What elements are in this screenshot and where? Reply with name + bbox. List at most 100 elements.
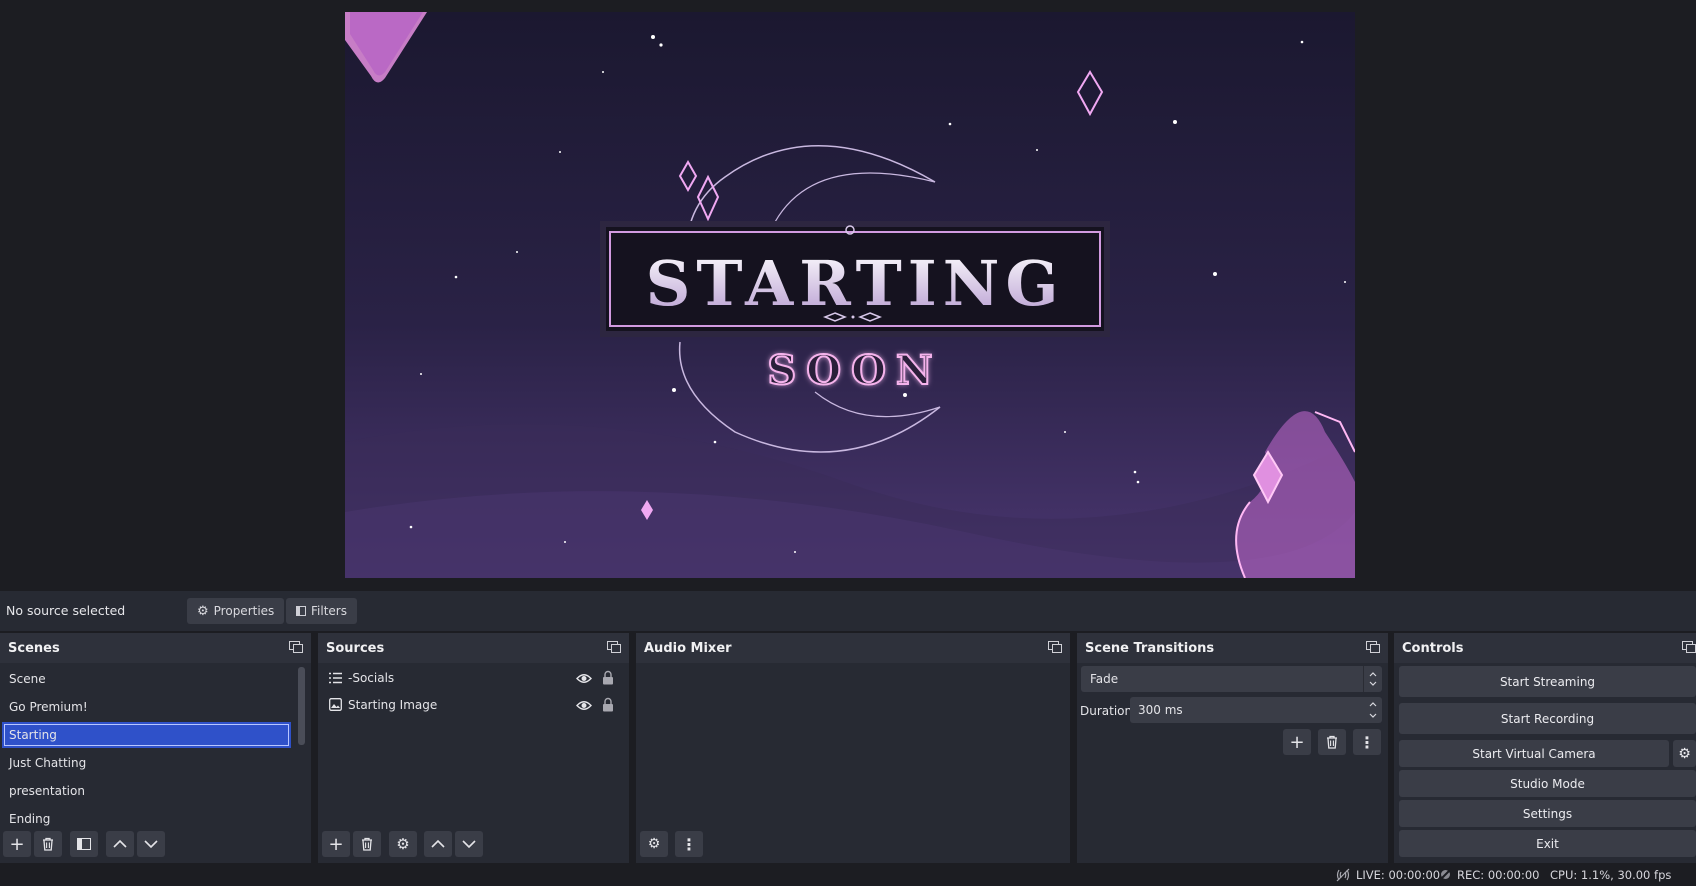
lock-icon[interactable] — [602, 670, 614, 685]
add-source-button[interactable]: + — [322, 831, 350, 857]
trash-icon — [362, 837, 372, 851]
live-timer: LIVE: 00:00:00 — [1356, 868, 1441, 882]
scenes-header: Scenes — [0, 633, 311, 663]
gears-icon: ⚙ — [647, 836, 661, 852]
controls-title: Controls — [1402, 640, 1464, 656]
exit-button[interactable]: Exit — [1399, 830, 1696, 857]
transition-select[interactable]: Fade — [1081, 666, 1382, 692]
scene-item-selected[interactable]: Starting — [2, 722, 291, 748]
scenes-title: Scenes — [8, 640, 60, 656]
scene-item[interactable]: Go Premium! — [2, 694, 299, 720]
move-scene-down-button[interactable] — [137, 831, 165, 857]
source-item[interactable]: -Socials — [320, 665, 620, 691]
properties-label: Properties — [213, 604, 275, 618]
duration-spinbox[interactable]: 300 ms — [1130, 697, 1382, 723]
source-item[interactable]: Starting Image — [320, 692, 620, 718]
list-icon — [329, 672, 342, 684]
lock-icon[interactable] — [602, 697, 614, 712]
source-label: -Socials — [348, 671, 395, 685]
eye-icon[interactable] — [576, 700, 592, 711]
scenes-dock: Scenes Scene Go Premium! Starting Just C… — [0, 633, 311, 863]
filters-label: Filters — [311, 604, 347, 618]
updown-icon — [1369, 672, 1377, 686]
eye-icon[interactable] — [576, 673, 592, 684]
rec-timer: REC: 00:00:00 — [1457, 868, 1540, 882]
virtual-camera-settings-button[interactable]: ⚙ — [1673, 740, 1696, 767]
record-off-icon — [1439, 868, 1452, 881]
undock-icon[interactable] — [1682, 641, 1696, 653]
sources-title: Sources — [326, 640, 385, 656]
filter-icon — [77, 838, 91, 850]
image-icon — [329, 698, 342, 711]
audio-mixer-title: Audio Mixer — [644, 640, 732, 656]
overlay-subtitle: SOON — [767, 347, 942, 394]
audio-mixer-dock: Audio Mixer ⚙ ⋮ — [636, 633, 1070, 863]
move-scene-up-button[interactable] — [106, 831, 134, 857]
properties-button[interactable]: ⚙ Properties — [187, 598, 285, 624]
duration-label: Duration — [1080, 704, 1133, 718]
select-arrows — [1363, 666, 1382, 692]
starting-soon-image: STARTING SOON SOON — [345, 12, 1355, 578]
cpu-fps-readout: CPU: 1.1%, 30.00 fps — [1550, 868, 1672, 882]
advanced-audio-button[interactable]: ⚙ — [640, 831, 668, 857]
transition-menu-button[interactable]: ⋮ — [1353, 729, 1381, 755]
mixer-menu-button[interactable]: ⋮ — [675, 831, 703, 857]
plus-icon: + — [9, 833, 25, 855]
sources-dock: Sources -Socials Starting Image + ⚙ — [318, 633, 629, 863]
filters-button[interactable]: Filters — [286, 598, 357, 624]
remove-transition-button[interactable] — [1318, 729, 1346, 755]
scene-filters-button[interactable] — [70, 831, 98, 857]
scene-item[interactable]: Ending — [2, 806, 299, 832]
scene-transitions-title: Scene Transitions — [1085, 640, 1215, 656]
gear-icon: ⚙ — [396, 835, 410, 853]
undock-icon[interactable] — [289, 641, 303, 653]
remove-scene-button[interactable] — [34, 831, 62, 857]
chevron-down-icon — [144, 840, 158, 849]
transition-select-value: Fade — [1090, 672, 1119, 686]
chevron-down-icon — [462, 840, 476, 849]
studio-mode-button[interactable]: Studio Mode — [1399, 770, 1696, 797]
preview-canvas[interactable]: STARTING SOON SOON — [345, 12, 1355, 578]
controls-dock: Controls Start Streaming Start Recording… — [1394, 633, 1696, 863]
start-recording-button[interactable]: Start Recording — [1399, 703, 1696, 734]
undock-icon[interactable] — [1048, 641, 1062, 653]
plus-icon: + — [1289, 731, 1305, 753]
undock-icon[interactable] — [1366, 641, 1380, 653]
scene-transitions-header: Scene Transitions — [1077, 633, 1388, 663]
chevron-up-icon — [113, 839, 127, 848]
more-vertical-icon: ⋮ — [1359, 732, 1375, 752]
context-bar: No source selected ⚙ Properties Filters — [0, 591, 1696, 631]
scene-item[interactable]: presentation — [2, 778, 299, 804]
status-bar: LIVE: 00:00:00 REC: 00:00:00 CPU: 1.1%, … — [0, 864, 1696, 886]
broadcast-icon — [1336, 868, 1350, 882]
controls-header: Controls — [1394, 633, 1696, 663]
scenes-scrollbar[interactable] — [298, 667, 305, 745]
move-source-up-button[interactable] — [424, 831, 452, 857]
trash-icon — [1327, 735, 1337, 749]
scene-transitions-dock: Scene Transitions Fade Duration 300 ms +… — [1077, 633, 1388, 863]
duration-value: 300 ms — [1138, 703, 1183, 717]
source-label: Starting Image — [348, 698, 438, 712]
more-vertical-icon: ⋮ — [681, 834, 697, 854]
remove-source-button[interactable] — [353, 831, 381, 857]
selection-status: No source selected — [6, 603, 126, 618]
start-streaming-button[interactable]: Start Streaming — [1399, 666, 1696, 697]
preview-area: STARTING SOON SOON — [0, 0, 1696, 589]
trash-icon — [43, 837, 53, 851]
add-transition-button[interactable]: + — [1283, 729, 1311, 755]
undock-icon[interactable] — [607, 641, 621, 653]
audio-mixer-header: Audio Mixer — [636, 633, 1070, 663]
gear-icon: ⚙ — [1678, 745, 1691, 762]
gear-icon: ⚙ — [197, 603, 209, 619]
source-properties-button[interactable]: ⚙ — [389, 831, 417, 857]
scene-item[interactable]: Scene — [2, 666, 299, 692]
scene-item[interactable]: Just Chatting — [2, 750, 299, 776]
overlay-title: STARTING — [646, 247, 1065, 320]
settings-button[interactable]: Settings — [1399, 800, 1696, 827]
sources-header: Sources — [318, 633, 629, 663]
filter-icon — [296, 606, 306, 616]
move-source-down-button[interactable] — [455, 831, 483, 857]
add-scene-button[interactable]: + — [3, 831, 31, 857]
updown-icon[interactable] — [1366, 697, 1380, 723]
start-virtual-camera-button[interactable]: Start Virtual Camera — [1399, 740, 1669, 767]
